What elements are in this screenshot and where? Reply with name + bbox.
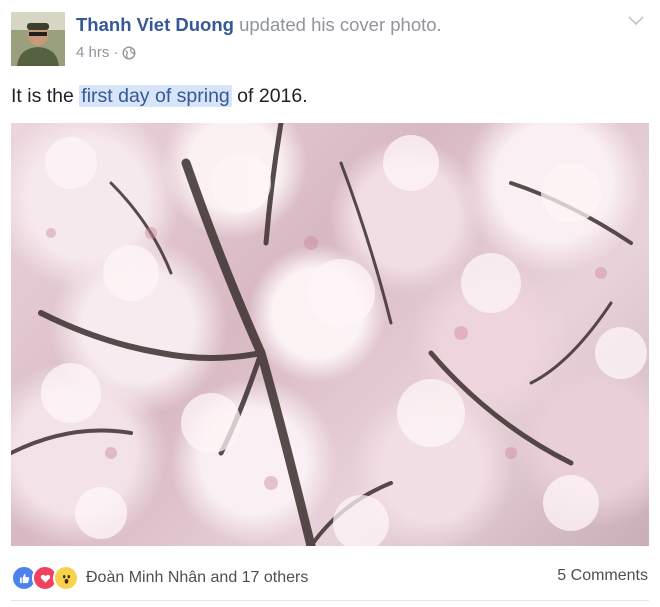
- meta-separator: ·: [113, 44, 119, 61]
- cover-photo[interactable]: [11, 123, 649, 546]
- post-text-start: It is the: [11, 85, 80, 107]
- author-name[interactable]: Thanh Viet Duong: [76, 14, 234, 35]
- post-text: It is the first day of spring of 2016.: [11, 85, 308, 108]
- reaction-summary[interactable]: Đoàn Minh Nhân and 17 others: [11, 565, 308, 591]
- feed-post: Thanh Viet Duong updated his cover photo…: [0, 0, 660, 607]
- wow-icon: [53, 565, 79, 591]
- post-meta: 4 hrs ·: [76, 44, 136, 61]
- post-timestamp[interactable]: 4 hrs: [76, 44, 109, 61]
- avatar[interactable]: [11, 12, 65, 66]
- divider: [11, 600, 649, 601]
- post-text-highlight[interactable]: first day of spring: [79, 85, 232, 107]
- globe-icon[interactable]: [122, 45, 136, 60]
- post-header: Thanh Viet Duong updated his cover photo…: [76, 14, 442, 36]
- post-text-end: of 2016.: [231, 85, 308, 107]
- post-action-text: updated his cover photo.: [239, 14, 442, 35]
- chevron-down-icon[interactable]: [626, 14, 646, 28]
- reaction-summary-text[interactable]: Đoàn Minh Nhân and 17 others: [86, 569, 308, 587]
- comments-count-link[interactable]: 5 Comments: [557, 567, 648, 585]
